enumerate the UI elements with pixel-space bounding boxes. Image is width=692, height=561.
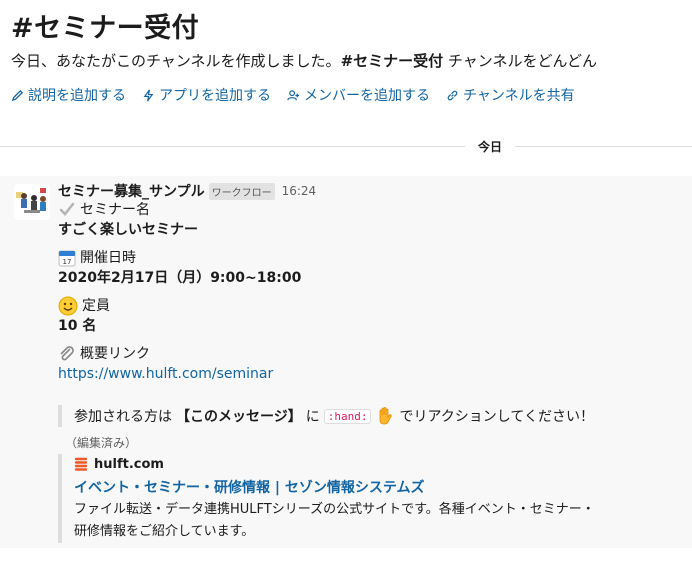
lightning-icon — [143, 89, 154, 101]
datetime-value: 2020年2月17日（月）9:00~18:00 — [58, 270, 302, 286]
message-body: セミナー募集_サンプル ワークフロー 16:24 セミナー名 すごく楽しいセミナ… — [58, 182, 684, 384]
quote-prefix: 参加される方は — [74, 409, 172, 425]
field-label-capacity: 定員 — [58, 296, 684, 316]
quote-bold: 【このメッセージ】 — [176, 409, 302, 425]
field-label-link: 概要リンク — [58, 344, 684, 364]
unfurl-title-link[interactable]: イベント・セミナー・研修情報 | セゾン情報システムズ — [74, 477, 658, 497]
reaction-instruction-quote: 参加される方は 【このメッセージ】 に :hand: でリアクションしてください… — [58, 405, 594, 427]
avatar[interactable] — [14, 184, 50, 220]
add-app-label: アプリを追加する — [159, 88, 271, 104]
unfurl-site-name: hulft.com — [94, 456, 164, 472]
quote-suffix: でリアクションしてください！ — [399, 409, 594, 425]
intro-prefix: 今日、あなたがこのチャンネルを作成しました。 — [11, 52, 341, 70]
day-divider-line — [0, 146, 692, 147]
svg-text:17: 17 — [63, 258, 72, 266]
add-app-button[interactable]: アプリを追加する — [142, 85, 271, 105]
check-icon — [59, 202, 75, 216]
datetime-label: 開催日時 — [80, 250, 136, 266]
paperclip-icon — [60, 346, 74, 361]
share-channel-label: チャンネルを共有 — [463, 88, 575, 104]
people-illustration-icon — [16, 188, 46, 213]
add-member-label: メンバーを追加する — [304, 88, 430, 104]
hand-emoji-code: :hand: — [323, 408, 372, 424]
unfurl-description-line1: ファイル転送・データ連携HULFTシリーズの公式サイトです。各種イベント・セミナ… — [74, 502, 595, 517]
add-description-label: 説明を追加する — [28, 88, 126, 104]
sender-name[interactable]: セミナー募集_サンプル — [58, 181, 205, 201]
field-label-seminar-name: セミナー名 — [58, 200, 684, 220]
share-channel-button[interactable]: チャンネルを共有 — [446, 85, 575, 105]
intro-suffix: チャンネルをどんどん — [443, 52, 598, 70]
quote-middle: に — [305, 409, 320, 425]
intro-channel-name[interactable]: #セミナー受付 — [341, 52, 444, 70]
unfurl-description-line2: 研修情報をご紹介しています。 — [74, 524, 255, 539]
smile-icon — [58, 296, 78, 316]
add-person-icon — [287, 89, 300, 100]
pencil-icon — [11, 89, 24, 101]
channel-actions: 説明を追加する アプリを追加する メンバーを追加する チャンネルを共有 — [11, 85, 575, 105]
seminar-name-value: すごく楽しいセミナー — [58, 222, 198, 238]
link-label: 概要リンク — [80, 346, 150, 362]
raised-hand-icon — [380, 407, 393, 425]
field-label-datetime: 17 開催日時 — [58, 248, 684, 268]
add-member-button[interactable]: メンバーを追加する — [287, 85, 430, 105]
unfurl-site: hulft.com — [74, 454, 658, 474]
link-unfurl: hulft.com イベント・セミナー・研修情報 | セゾン情報システムズ ファ… — [58, 454, 658, 543]
day-divider-label[interactable]: 今日 — [465, 137, 515, 157]
seminar-url-link[interactable]: https://www.hulft.com/seminar — [58, 364, 684, 384]
message-header: セミナー募集_サンプル ワークフロー 16:24 — [58, 182, 684, 200]
capacity-label: 定員 — [82, 298, 110, 314]
calendar-icon: 17 — [58, 250, 76, 267]
add-description-button[interactable]: 説明を追加する — [11, 85, 126, 105]
unfurl-description: ファイル転送・データ連携HULFTシリーズの公式サイトです。各種イベント・セミナ… — [74, 499, 658, 543]
message-timestamp[interactable]: 16:24 — [282, 184, 317, 198]
capacity-value: 10 名 — [58, 318, 97, 334]
edited-marker: （編集済み） — [65, 436, 138, 450]
hulft-logo-icon — [74, 457, 88, 471]
workflow-badge: ワークフロー — [208, 182, 275, 200]
link-icon — [447, 90, 458, 100]
channel-title: #セミナー受付 — [11, 13, 200, 44]
channel-intro: 今日、あなたがこのチャンネルを作成しました。#セミナー受付 チャンネルをどんどん — [11, 50, 597, 71]
workflow-message[interactable]: セミナー募集_サンプル ワークフロー 16:24 セミナー名 すごく楽しいセミナ… — [0, 176, 692, 548]
seminar-name-label: セミナー名 — [80, 202, 150, 218]
